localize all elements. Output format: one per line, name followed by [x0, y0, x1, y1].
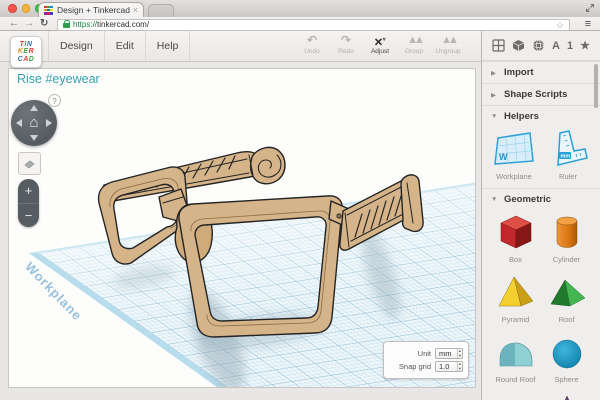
shapes-tiles-icon[interactable]	[492, 39, 505, 52]
reload-button[interactable]: ↻	[40, 17, 48, 30]
cone-shape-icon	[545, 393, 589, 400]
forward-button[interactable]: →	[24, 17, 34, 30]
grid-settings: Unit mm ▴▾ Snap grid 1.0 ▴▾	[383, 341, 469, 379]
stepper-icon: ▴▾	[457, 362, 462, 371]
section-helpers[interactable]: ▼ Helpers	[482, 105, 600, 127]
new-tab-button[interactable]	[148, 4, 174, 18]
help-badge[interactable]: ?	[48, 94, 61, 107]
shape-pyramid[interactable]: Pyramid	[490, 273, 541, 324]
tab-close-icon[interactable]: ×	[133, 6, 138, 15]
unit-select[interactable]: mm ▴▾	[435, 348, 463, 359]
adjust-button[interactable]: ×▾ Adjust	[363, 33, 397, 55]
workplane-helper-icon: W	[492, 130, 536, 168]
menu-design[interactable]: Design	[48, 31, 105, 61]
browser-titlebar: Design + Tinkercad ×	[0, 0, 600, 18]
bookmark-star-icon[interactable]: ☆	[556, 20, 564, 30]
tinkercad-logo[interactable]: TIN KER CAD	[10, 36, 42, 68]
minimize-window-button[interactable]	[22, 4, 31, 13]
app-menus: Design Edit Help	[48, 31, 190, 61]
chevron-down-icon: ▼	[491, 196, 498, 203]
adjust-icon: ×▾	[363, 33, 397, 47]
box-shape-icon	[494, 213, 538, 251]
browser-tab[interactable]: Design + Tinkercad ×	[38, 2, 144, 17]
edit-toolbar: ↶ Undo ↷ Redo ×▾ Adjust ▲▲ Group ▲▲ Un	[295, 33, 465, 55]
number-shapes-icon[interactable]: 1	[567, 40, 573, 52]
zoom-control: + −	[18, 179, 39, 227]
workplane-mini-icon	[23, 157, 36, 170]
section-geometric[interactable]: ▼ Geometric	[482, 188, 600, 210]
tinkercad-favicon-icon	[44, 6, 53, 15]
browser-window: Design + Tinkercad × ← → ↻ https:// tink…	[0, 0, 600, 400]
group-button[interactable]: ▲▲ Group	[397, 33, 431, 55]
stepper-icon: ▴▾	[457, 349, 462, 358]
wire-sphere-icon[interactable]	[532, 39, 545, 52]
panel-scrollbar[interactable]	[594, 64, 598, 108]
svg-text:mm: mm	[561, 154, 571, 160]
letter-shapes-icon[interactable]: A	[552, 40, 560, 52]
url-scheme: https://	[73, 20, 97, 29]
window-resize-icon[interactable]	[585, 3, 595, 13]
chevron-right-icon: ▶	[491, 91, 498, 99]
geometric-shapes-list: Box Cylinder Pyramid	[482, 210, 600, 400]
tinkercad-app: Design Edit Help ↶ Undo ↷ Redo ×▾ Adjust	[0, 31, 600, 400]
unit-label: Unit	[418, 349, 431, 358]
chevron-right-icon: ▶	[491, 69, 498, 77]
section-shape-scripts[interactable]: ▶ Shape Scripts	[482, 83, 600, 105]
redo-button[interactable]: ↷ Redo	[329, 33, 363, 55]
sphere-shape-icon	[545, 333, 589, 371]
chevron-down-icon: ▼	[491, 113, 498, 120]
shape-sphere[interactable]: Sphere	[541, 333, 592, 384]
app-menubar: Design Edit Help ↶ Undo ↷ Redo ×▾ Adjust	[0, 31, 481, 62]
section-import[interactable]: ▶ Import	[482, 61, 600, 83]
shape-cylinder[interactable]: Cylinder	[541, 213, 592, 264]
ruler-helper-icon: mm	[546, 130, 590, 168]
ungroup-icon: ▲▲	[431, 33, 465, 47]
shape-wedge-partial[interactable]	[490, 393, 541, 400]
snap-grid-select[interactable]: 1.0 ▴▾	[435, 361, 463, 372]
zoom-in-button[interactable]: +	[18, 179, 39, 204]
helper-workplane[interactable]: W Workplane	[490, 130, 538, 181]
shapes-panel: A 1 ★ ▶ Import ▶ Shape Scripts ▼ Helpers	[481, 31, 600, 400]
redo-icon: ↷	[329, 33, 363, 47]
shape-cone-partial[interactable]	[541, 393, 592, 400]
orbit-control[interactable]: ⌂	[11, 100, 57, 146]
favorites-icon[interactable]: ★	[580, 40, 590, 52]
home-view-icon[interactable]: ⌂	[11, 100, 57, 146]
browser-menu-icon[interactable]: ≡	[585, 18, 591, 30]
round-roof-shape-icon	[494, 333, 538, 371]
close-window-button[interactable]	[8, 4, 17, 13]
ssl-lock-icon[interactable]	[63, 23, 70, 28]
url-input[interactable]: https:// tinkercad.com/ ☆	[57, 19, 570, 32]
tab-title: Design + Tinkercad	[57, 5, 130, 15]
fit-view-button[interactable]	[18, 152, 41, 175]
zoom-out-button[interactable]: −	[18, 204, 39, 228]
viewport-3d[interactable]: Workplane	[8, 68, 476, 388]
url-host: tinkercad.com/	[97, 20, 149, 29]
caret-down-icon: ▾	[383, 37, 386, 43]
helper-ruler[interactable]: mm Ruler	[544, 130, 592, 181]
ungroup-button[interactable]: ▲▲ Ungroup	[431, 33, 465, 55]
menu-help[interactable]: Help	[146, 31, 191, 61]
cylinder-shape-icon	[545, 213, 589, 251]
model-shadow	[111, 224, 409, 387]
shape-round-roof[interactable]: Round Roof	[490, 333, 541, 384]
menu-edit[interactable]: Edit	[105, 31, 146, 61]
shape-box[interactable]: Box	[490, 213, 541, 264]
pyramid-shape-icon	[494, 273, 538, 311]
undo-button[interactable]: ↶ Undo	[295, 33, 329, 55]
design-title: Rise #eyewear	[17, 72, 100, 86]
group-icon: ▲▲	[397, 33, 431, 47]
glasses-model[interactable]	[9, 69, 475, 387]
wedge-shape-icon	[494, 393, 538, 400]
svg-text:W: W	[499, 152, 508, 162]
roof-shape-icon	[545, 273, 589, 311]
helpers-list: W Workplane mm Ruler	[482, 127, 600, 188]
shape-category-tabs: A 1 ★	[482, 31, 600, 61]
browser-addressbar: ← → ↻ https:// tinkercad.com/ ☆ ≡	[0, 17, 600, 31]
shape-roof[interactable]: Roof	[541, 273, 592, 324]
back-button[interactable]: ←	[9, 17, 19, 30]
undo-icon: ↶	[295, 33, 329, 47]
solid-box-icon[interactable]	[512, 39, 525, 52]
snap-grid-label: Snap grid	[399, 362, 431, 371]
